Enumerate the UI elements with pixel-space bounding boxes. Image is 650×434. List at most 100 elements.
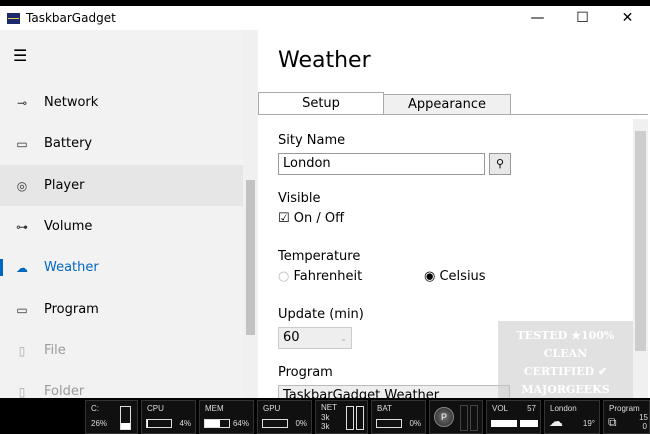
battery-gadget[interactable]: BAT 0%	[371, 400, 426, 434]
majorgeeks-watermark: TESTED ★100% CLEANCERTIFIED ✔MAJORGEEKS.…	[498, 321, 633, 398]
sidebar-item-label: Player	[44, 178, 85, 193]
close-button[interactable]: ✕	[605, 10, 650, 26]
program-value-1: 15	[639, 413, 648, 422]
gadget-label: MEM	[205, 404, 224, 413]
gadget-label: GPU	[263, 404, 281, 413]
sidebar-item-volume[interactable]: ⊶ Volume	[0, 206, 243, 247]
sidebar-item-label: Battery	[44, 136, 93, 151]
player-level-bar	[470, 405, 478, 431]
location-pick-button[interactable]: ⚲	[489, 153, 511, 175]
cpu-gadget[interactable]: CPU 4%	[141, 400, 196, 434]
disk-gadget[interactable]: C: 26%	[85, 400, 138, 434]
sidebar-item-label: Volume	[44, 219, 93, 234]
net-up-bar	[346, 406, 354, 430]
mem-gadget[interactable]: MEM 64%	[199, 400, 254, 434]
city-input[interactable]: London	[278, 153, 485, 175]
visible-checkbox[interactable]: ☑ On / Off	[278, 211, 344, 226]
gadget-value: 64%	[232, 419, 249, 428]
volume-gadget[interactable]: VOL 57	[486, 400, 541, 434]
net-gadget[interactable]: NET 3k 3k	[315, 400, 368, 434]
sidebar-item-program[interactable]: ▭ Program	[0, 289, 243, 330]
player-gadget[interactable]: P	[429, 400, 483, 434]
setup-panel: Sity Name London ⚲ Visible ☑ On / Off Te…	[258, 114, 648, 398]
weather-temp: 19°	[582, 419, 595, 428]
tab-appearance[interactable]: Appearance	[383, 94, 511, 115]
folder-icon: ▯	[18, 384, 26, 399]
sidebar-item-player[interactable]: ◎ Player	[0, 165, 243, 206]
sidebar-item-weather[interactable]: ☁ Weather	[0, 247, 243, 288]
program-select[interactable]: TaskbarGadget Weather	[278, 385, 510, 398]
update-select[interactable]: 60 ⌄	[278, 327, 352, 349]
windows-icon: ⧉	[608, 415, 617, 429]
app-window: TaskbarGadget — ☐ ✕ ☰ ⊸ Network ▭ Battery …	[0, 6, 650, 398]
program-value-2: 0	[642, 422, 647, 431]
gadget-label: CPU	[147, 404, 164, 413]
program-gadget[interactable]: Program ⧉ 15 0	[603, 400, 650, 434]
volume-bar-right	[520, 420, 538, 427]
app-icon	[7, 12, 20, 24]
gadget-value: 26%	[91, 419, 108, 428]
gadget-label: VOL	[492, 404, 509, 413]
player-level-bar	[460, 405, 468, 431]
celsius-radio[interactable]: ◉ Celsius	[424, 269, 486, 284]
disk-usage-bar	[120, 406, 131, 430]
sidebar-scrollbar[interactable]	[243, 30, 257, 398]
fahrenheit-radio[interactable]: ○ Fahrenheit	[278, 269, 362, 284]
weather-gadget[interactable]: London ☁ 19°	[544, 400, 600, 434]
maximize-button[interactable]: ☐	[560, 10, 605, 26]
sidebar-item-label: Network	[44, 95, 99, 110]
gpu-bar	[262, 419, 288, 428]
sidebar-item-label: Folder	[44, 384, 85, 398]
radio-empty-icon: ○	[278, 269, 290, 284]
weather-icon: ☁	[16, 260, 28, 275]
update-label: Update (min)	[278, 307, 364, 322]
net-up-value: 3k	[321, 413, 330, 422]
scrollbar-thumb[interactable]	[246, 180, 255, 335]
sidebar-item-label: Weather	[44, 260, 99, 275]
network-icon: ⊸	[16, 95, 28, 110]
panel-scrollbar[interactable]	[633, 119, 648, 398]
tab-setup[interactable]: Setup	[258, 92, 384, 114]
play-button-icon[interactable]: P	[434, 407, 454, 427]
gadget-value: 4%	[179, 419, 191, 428]
taskbar-gadgets: C: 26% CPU 4% MEM 64% GPU 0% NET 3k 3k BAT 0% P…	[0, 398, 650, 434]
sidebar-item-battery[interactable]: ▭ Battery	[0, 123, 243, 164]
sidebar-item-network[interactable]: ⊸ Network	[0, 82, 243, 123]
sidebar-item-file: ▯ File	[0, 330, 243, 371]
program-icon: ▭	[16, 302, 28, 317]
gadget-label: C:	[91, 404, 99, 413]
scrollbar-thumb[interactable]	[635, 131, 646, 351]
gadget-value: 0%	[409, 419, 421, 428]
window-title: TaskbarGadget	[26, 11, 116, 25]
gpu-gadget[interactable]: GPU 0%	[257, 400, 312, 434]
weather-city: London	[550, 404, 577, 413]
battery-bar	[376, 419, 402, 428]
chevron-down-icon: ⌄	[340, 334, 347, 343]
program-label: Program	[278, 365, 333, 380]
sidebar-item-folder: ▯ Folder	[0, 371, 243, 398]
gadget-label: Program	[609, 404, 640, 413]
cpu-bar	[146, 419, 172, 428]
gadget-value: 57	[527, 404, 536, 413]
temperature-label: Temperature	[278, 249, 361, 264]
gadget-value: 0%	[295, 419, 307, 428]
radio-label: Celsius	[439, 269, 486, 284]
visible-label: Visible	[278, 191, 321, 206]
title-bar: TaskbarGadget — ☐ ✕	[0, 6, 650, 30]
mem-bar	[204, 419, 230, 428]
player-icon: ◎	[16, 178, 28, 193]
update-value: 60	[283, 330, 300, 345]
net-down-bar	[356, 406, 364, 430]
hamburger-menu-icon[interactable]: ☰	[13, 46, 27, 65]
gadget-label: NET	[321, 403, 337, 412]
net-down-value: 3k	[321, 422, 330, 431]
volume-icon: ⊶	[16, 219, 28, 234]
sidebar: ☰ ⊸ Network ▭ Battery ◎ Player ⊶ Volume ☁ Wea…	[0, 30, 258, 398]
gadget-label: BAT	[377, 404, 392, 413]
sidebar-item-label: File	[44, 343, 66, 358]
pin-icon: ⚲	[495, 157, 505, 170]
volume-bar-left	[491, 420, 517, 427]
minimize-button[interactable]: —	[515, 10, 560, 26]
radio-label: Fahrenheit	[293, 269, 363, 284]
page-title: Weather	[278, 48, 371, 73]
